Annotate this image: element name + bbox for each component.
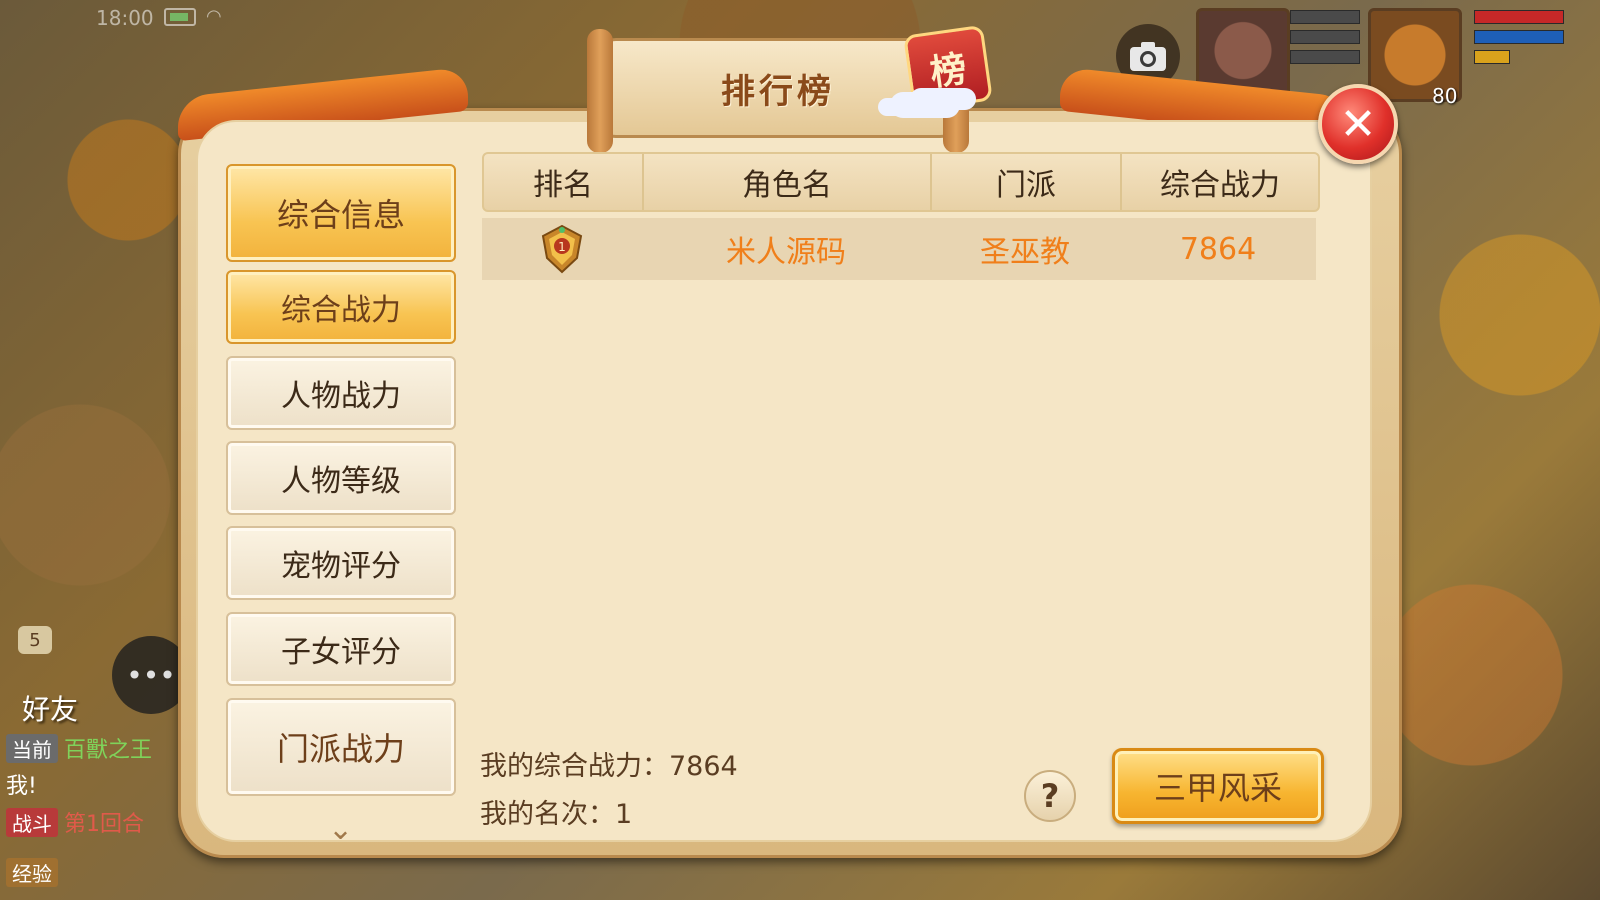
status-time: 18:00 — [96, 6, 154, 30]
pet-level: 80 — [1432, 84, 1458, 108]
sidebar-item-label: 子女评分 — [281, 635, 401, 670]
ranking-table-header: 排名 角色名 门派 综合战力 — [482, 152, 1320, 212]
chat-bubble-icon: ••• — [126, 658, 176, 692]
column-header-name: 角色名 — [644, 154, 932, 210]
close-icon: ✕ — [1339, 98, 1377, 150]
player-stat-bars — [1290, 10, 1360, 70]
battery-icon — [164, 8, 196, 26]
sidebar-item-label: 门派战力 — [276, 730, 405, 768]
sidebar-item-character-power[interactable]: 人物战力 — [226, 356, 456, 430]
my-power-value: 7864 — [669, 751, 738, 782]
camera-icon — [1130, 42, 1166, 71]
chat-channel-tag: 当前 — [6, 733, 58, 763]
seal-text: 榜 — [927, 48, 970, 95]
sidebar-item-pet-score[interactable]: 宠物评分 — [226, 526, 456, 600]
svg-text:1: 1 — [558, 240, 566, 254]
friend-button[interactable]: 好友 — [22, 688, 78, 728]
question-mark-icon: ? — [1040, 777, 1060, 815]
chat-line: 当前 百獸之王 — [6, 732, 152, 764]
close-button[interactable]: ✕ — [1318, 84, 1398, 164]
chat-line: 经验 — [6, 858, 58, 887]
chat-message: 百獸之王 — [64, 738, 153, 763]
top-three-showcase-button[interactable]: 三甲风采 — [1112, 748, 1324, 824]
help-button[interactable]: ? — [1024, 770, 1076, 822]
my-power-stat: 我的综合战力：7864 — [480, 744, 738, 783]
cloud-decoration — [890, 92, 960, 118]
character-name-cell: 米人源码 — [726, 235, 846, 270]
power-cell: 7864 — [1179, 231, 1257, 267]
sidebar-item-character-level[interactable]: 人物等级 — [226, 441, 456, 515]
sidebar-item-total-power[interactable]: 综合战力 — [226, 270, 456, 344]
chat-channel-tag: 战斗 — [6, 807, 58, 837]
chevron-down-icon[interactable]: ⌄ — [328, 812, 353, 847]
chat-message: 第1回合 — [64, 812, 144, 837]
top-three-button-label: 三甲风采 — [1153, 769, 1282, 807]
exp-tag: 经验 — [6, 858, 58, 887]
sidebar-item-label: 综合信息 — [276, 196, 405, 234]
rank-cell: 1 — [482, 218, 642, 280]
column-header-rank: 排名 — [484, 154, 644, 210]
my-rank-label: 我的名次： — [480, 799, 615, 830]
panel-title: 排行榜 — [721, 71, 835, 112]
rank-1-medal-icon: 1 — [541, 224, 583, 274]
title-scroll: 排行榜 — [587, 29, 969, 153]
sidebar-item-label: 人物等级 — [281, 464, 401, 499]
column-header-power: 综合战力 — [1160, 168, 1280, 203]
sidebar-item-children-score[interactable]: 子女评分 — [226, 612, 456, 686]
category-sidebar: 综合信息 综合战力 人物战力 人物等级 宠物评分 子女评分 门派战力 — [226, 164, 458, 844]
sidebar-item-overview[interactable]: 综合信息 — [226, 164, 456, 262]
chat-line: 战斗 第1回合 — [6, 806, 144, 838]
my-power-label: 我的综合战力： — [480, 751, 669, 782]
my-rank-stat: 我的名次：1 — [480, 792, 632, 831]
chat-line: 我! — [6, 768, 37, 800]
sidebar-item-label: 人物战力 — [281, 379, 401, 414]
pet-stat-bars — [1474, 10, 1564, 70]
sidebar-item-label: 综合战力 — [281, 293, 401, 328]
chat-message: 我! — [6, 774, 37, 799]
wifi-icon: ◠ — [206, 6, 222, 27]
school-cell: 圣巫教 — [980, 235, 1070, 270]
sidebar-item-label: 宠物评分 — [281, 549, 401, 584]
sidebar-item-school-power[interactable]: 门派战力 — [226, 698, 456, 796]
my-rank-value: 1 — [615, 799, 633, 830]
column-header-school: 门派 — [932, 154, 1122, 210]
friend-count-badge: 5 — [18, 626, 52, 654]
table-row[interactable]: 1 米人源码 圣巫教 7864 — [482, 218, 1316, 280]
